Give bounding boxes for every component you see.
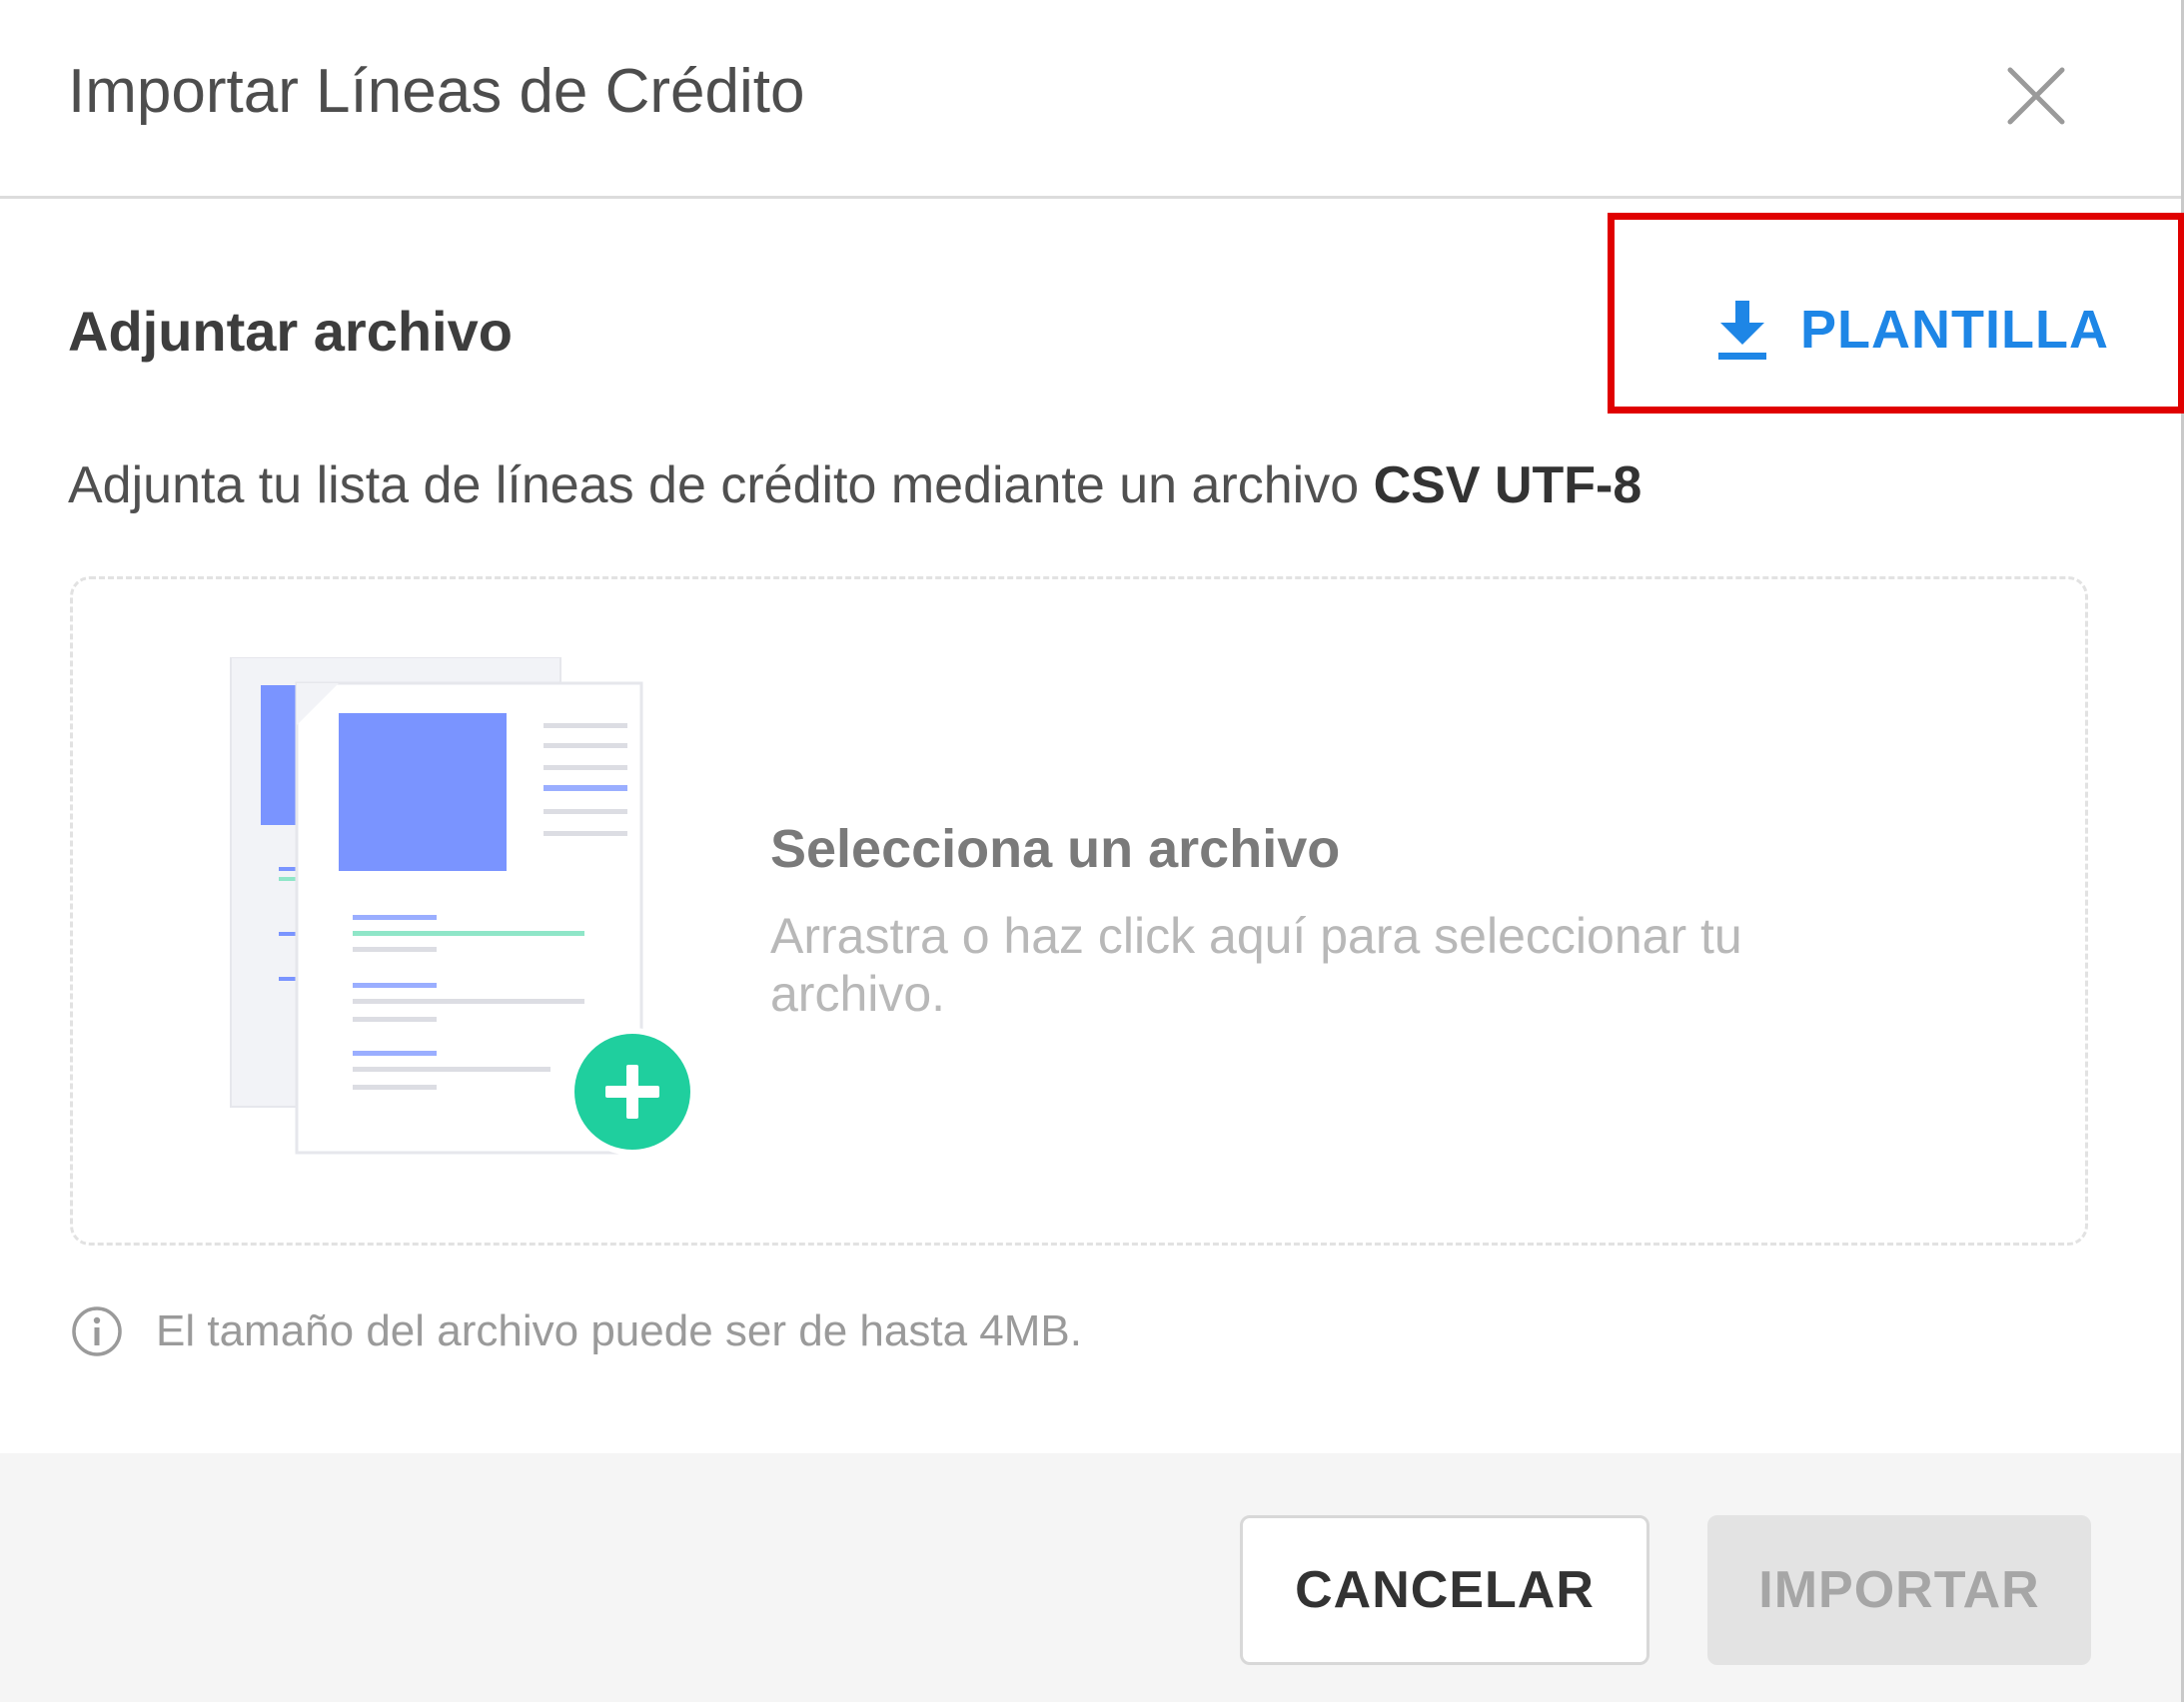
info-icon [72,1306,122,1356]
close-button[interactable] [2000,60,2072,132]
file-size-note-text: El tamaño del archivo puede ser de hasta… [156,1306,1082,1355]
dialog-title: Importar Líneas de Crédito [68,57,805,126]
cancel-button[interactable]: CANCELAR [1240,1515,1649,1665]
section-title: Adjuntar archivo [68,300,513,363]
file-size-note: El tamaño del archivo puede ser de hasta… [70,1304,1082,1358]
template-button-label: PLANTILLA [1800,300,2109,360]
description-text: Adjunta tu lista de líneas de crédito me… [68,456,1374,514]
import-dialog: Importar Líneas de Crédito Adjuntar arch… [0,0,2184,1702]
file-dropzone[interactable]: Selecciona un archivo Arrastra o haz cli… [70,576,2088,1246]
download-icon [1718,301,1766,360]
dialog-footer: CANCELAR IMPORTAR [0,1453,2181,1702]
dropzone-subtitle: Arrastra o haz click aquí para seleccion… [770,908,1742,1022]
import-button[interactable]: IMPORTAR [1707,1515,2091,1665]
dropzone-title: Selecciona un archivo [770,819,1341,879]
file-format: CSV UTF-8 [1373,456,1642,514]
description: Adjunta tu lista de líneas de crédito me… [68,447,1641,523]
download-template-button[interactable]: PLANTILLA [1714,290,2109,370]
close-icon [2007,67,2065,125]
dialog-header: Importar Líneas de Crédito [0,0,2181,199]
documents-add-icon [230,657,696,1156]
